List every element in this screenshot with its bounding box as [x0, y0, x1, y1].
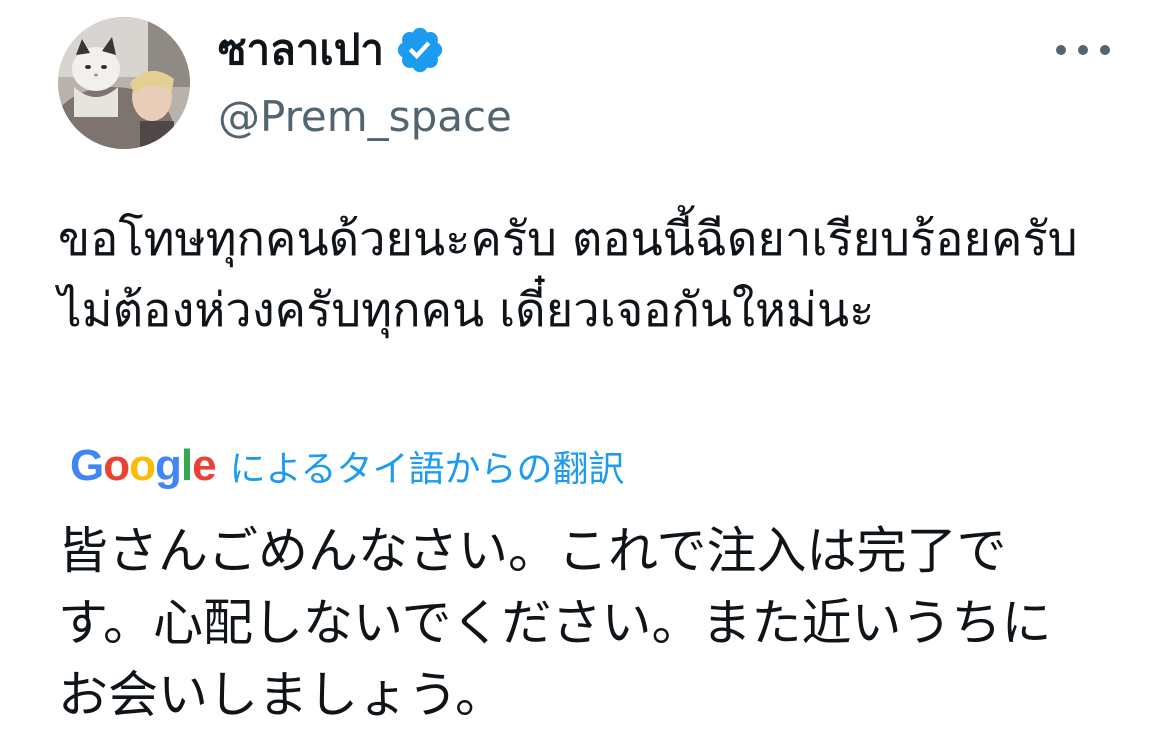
- verified-badge-icon: [394, 24, 446, 76]
- author-name-row: ซาลาเปา: [218, 18, 446, 82]
- more-options-button[interactable]: [1048, 28, 1118, 72]
- ellipsis-horizontal-icon: [1056, 45, 1110, 55]
- google-logo-icon: Google: [70, 441, 217, 490]
- translated-tweet-text: 皆さんごめんなさい。これで注入は完了です。心配しないでください。また近いうちにお…: [58, 522, 1052, 724]
- translation-source-label[interactable]: によるタイ語からの翻訳: [230, 440, 625, 492]
- tweet-text: ขอโทษทุกคนด้วยนะครับ ตอนนี้ฉีดยาเรียบร้อ…: [58, 212, 1078, 338]
- avatar-photo-icon: [58, 17, 190, 149]
- author-handle[interactable]: @Prem_space: [218, 92, 512, 141]
- avatar[interactable]: [58, 17, 190, 149]
- author-display-name[interactable]: ซาลาเปา: [218, 17, 384, 83]
- translation-attribution: Google によるタイ語からの翻訳: [70, 440, 625, 492]
- tweet-card: ซาลาเปา @Prem_space ขอโทษทุกคนด้วยนะครับ…: [0, 0, 1170, 748]
